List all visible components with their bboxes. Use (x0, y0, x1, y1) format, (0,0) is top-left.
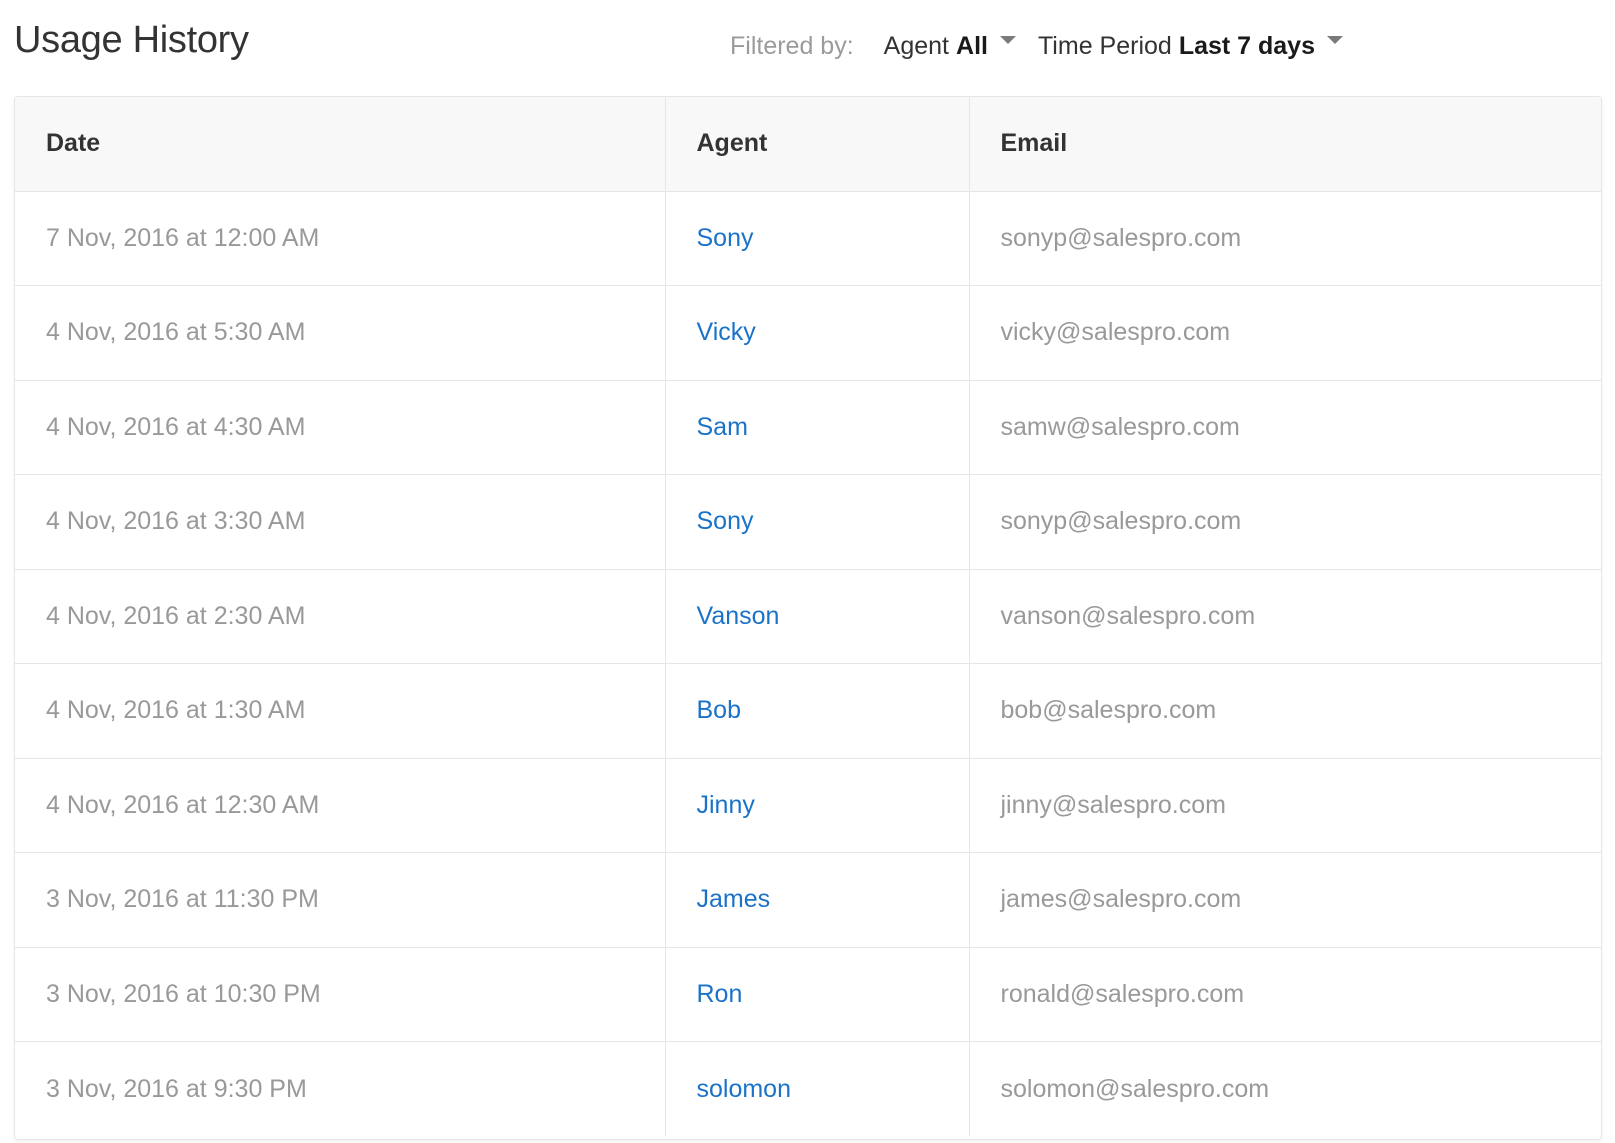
email-cell: samw@salespro.com (969, 380, 1601, 475)
email-cell: vicky@salespro.com (969, 285, 1601, 381)
table-row: 3 Nov, 2016 at 9:30 PM solomon solomon@s… (15, 1041, 1601, 1136)
page-title: Usage History (14, 19, 249, 61)
usage-table-card: Date Agent Email 7 Nov, 2016 at 12:00 AM… (14, 96, 1602, 1140)
email-cell: sonyp@salespro.com (969, 191, 1601, 286)
agent-cell: Vicky (665, 285, 970, 381)
date-cell: 4 Nov, 2016 at 12:30 AM (15, 758, 666, 853)
table-row: 3 Nov, 2016 at 10:30 PM Ron ronald@sales… (15, 947, 1601, 1042)
email-cell: jinny@salespro.com (969, 758, 1601, 853)
agent-filter-value: All (956, 31, 988, 60)
agent-filter-dropdown[interactable]: Agent All (884, 32, 1016, 61)
table-row: 3 Nov, 2016 at 11:30 PM James james@sale… (15, 852, 1601, 948)
table-row: 4 Nov, 2016 at 5:30 AM Vicky vicky@sales… (15, 285, 1601, 381)
agent-cell: Ron (665, 947, 970, 1042)
caret-down-icon (999, 36, 1016, 44)
table-row: 4 Nov, 2016 at 3:30 AM Sony sonyp@salesp… (15, 474, 1601, 570)
usage-table: Date Agent Email 7 Nov, 2016 at 12:00 AM… (15, 97, 1601, 1136)
email-cell: vanson@salespro.com (969, 569, 1601, 664)
table-body: 7 Nov, 2016 at 12:00 AM Sony sonyp@sales… (15, 191, 1601, 1136)
usage-history-page: Usage History Filtered by: Agent All Tim… (0, 0, 1615, 1143)
email-cell: ronald@salespro.com (969, 947, 1601, 1042)
date-cell: 3 Nov, 2016 at 11:30 PM (15, 852, 666, 948)
agent-link[interactable]: Sam (697, 413, 748, 441)
time-period-filter-value: Last 7 days (1178, 31, 1315, 60)
table-header-row: Date Agent Email (15, 97, 1601, 192)
date-cell: 7 Nov, 2016 at 12:00 AM (15, 191, 666, 286)
column-header-email[interactable]: Email (969, 97, 1601, 192)
agent-cell: Bob (665, 663, 970, 759)
agent-link[interactable]: Sony (697, 224, 754, 252)
date-cell: 4 Nov, 2016 at 4:30 AM (15, 380, 666, 475)
agent-link[interactable]: solomon (697, 1075, 792, 1103)
filter-bar: Filtered by: Agent All Time Period Last … (730, 26, 1365, 66)
agent-cell: solomon (665, 1041, 970, 1136)
time-period-filter-name: Time Period (1037, 31, 1172, 60)
agent-link[interactable]: James (697, 885, 771, 913)
agent-link[interactable]: Sony (697, 507, 754, 535)
table-row: 4 Nov, 2016 at 12:30 AM Jinny jinny@sale… (15, 758, 1601, 853)
column-header-agent[interactable]: Agent (665, 97, 970, 192)
table-row: 4 Nov, 2016 at 1:30 AM Bob bob@salespro.… (15, 663, 1601, 759)
agent-cell: Sony (665, 191, 970, 286)
column-header-date[interactable]: Date (15, 97, 666, 192)
agent-link[interactable]: Jinny (697, 791, 755, 819)
caret-down-icon (1327, 36, 1343, 44)
email-cell: solomon@salespro.com (1000, 1074, 1270, 1103)
date-cell: 4 Nov, 2016 at 2:30 AM (15, 569, 666, 664)
agent-cell: Sony (665, 474, 970, 570)
agent-link[interactable]: Ron (697, 980, 743, 1008)
agent-filter-name: Agent (883, 31, 950, 60)
agent-link[interactable]: Bob (697, 696, 741, 724)
table-row: 7 Nov, 2016 at 12:00 AM Sony sonyp@sales… (15, 191, 1601, 286)
date-cell: 4 Nov, 2016 at 1:30 AM (15, 663, 666, 759)
agent-link[interactable]: Vanson (697, 602, 780, 630)
email-cell: sonyp@salespro.com (969, 474, 1601, 570)
date-cell: 3 Nov, 2016 at 10:30 PM (15, 947, 666, 1042)
date-cell: 3 Nov, 2016 at 9:30 PM (15, 1041, 666, 1136)
agent-cell: Sam (665, 380, 970, 475)
table-row: 4 Nov, 2016 at 2:30 AM Vanson vanson@sal… (15, 569, 1601, 664)
date-cell: 4 Nov, 2016 at 3:30 AM (15, 474, 666, 570)
email-cell: bob@salespro.com (969, 663, 1601, 759)
agent-cell: Vanson (665, 569, 970, 664)
table-row: 4 Nov, 2016 at 4:30 AM Sam samw@salespro… (15, 380, 1601, 475)
date-cell: 4 Nov, 2016 at 5:30 AM (15, 285, 666, 381)
agent-cell: James (665, 852, 970, 948)
agent-cell: Jinny (665, 758, 970, 853)
email-cell: james@salespro.com (969, 852, 1601, 948)
filter-label: Filtered by: (730, 31, 854, 60)
agent-link[interactable]: Vicky (697, 318, 756, 346)
time-period-filter-dropdown[interactable]: Time Period Last 7 days (1038, 32, 1343, 61)
